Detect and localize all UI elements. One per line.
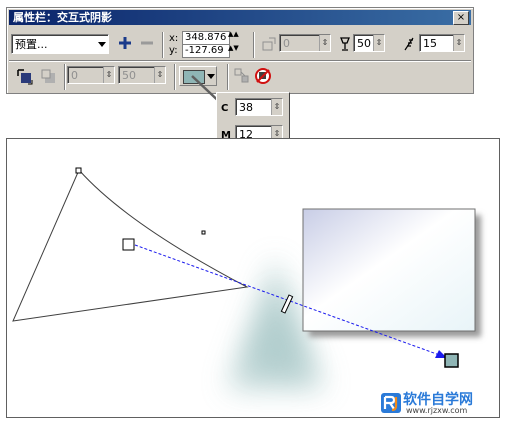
selection-handle[interactable] xyxy=(75,167,82,174)
canvas-artwork xyxy=(12,167,481,389)
arrow-up-icon[interactable]: ▲▲ xyxy=(228,31,244,38)
feather-icon xyxy=(402,36,416,52)
toolbar-separator xyxy=(162,32,164,58)
shadow-end-handle[interactable] xyxy=(444,353,459,368)
clear-shadow-icon xyxy=(255,68,271,84)
spinner-icon[interactable]: ⇕ xyxy=(154,67,165,83)
preset-selected-value: 预置... xyxy=(15,38,48,51)
cyan-input[interactable]: 38 ⇕ xyxy=(235,98,283,116)
minus-icon xyxy=(141,41,153,45)
x-label: x: xyxy=(169,33,179,44)
chevron-down-icon xyxy=(98,42,106,47)
clear-shadow-button[interactable] xyxy=(253,66,273,86)
window-title: 属性栏：交互式阴影 xyxy=(13,11,112,24)
toolbar-separator xyxy=(64,64,66,90)
spinner-icon[interactable]: ⇕ xyxy=(319,35,330,51)
shadow-stretch-input[interactable]: 0 ⇕ xyxy=(67,66,115,84)
title-bar[interactable]: 属性栏：交互式阴影 × xyxy=(9,10,471,25)
center-marker xyxy=(201,230,206,235)
add-preset-button[interactable] xyxy=(117,35,133,51)
spinner-icon[interactable]: ⇕ xyxy=(103,67,114,83)
shadow-angle-input[interactable]: 0 ⇕ xyxy=(279,34,331,52)
watermark-url: www.rjzxw.com xyxy=(406,406,468,415)
y-label: y: xyxy=(169,45,178,56)
remove-preset-button[interactable] xyxy=(139,35,155,51)
c-label: C xyxy=(221,103,229,114)
arrow-down-icon[interactable]: ▲▼ xyxy=(228,45,244,52)
spinner-icon[interactable]: ⇕ xyxy=(373,35,384,51)
drawing-canvas[interactable] xyxy=(6,138,500,418)
x-position-input[interactable]: 348.876 xyxy=(182,31,230,45)
spinner-icon[interactable]: ⇕ xyxy=(453,35,464,51)
opacity-goblet-icon xyxy=(338,36,352,52)
close-button[interactable]: × xyxy=(453,11,469,25)
feather-edges-icon xyxy=(41,69,55,83)
x-spinner[interactable]: ▲▲ xyxy=(228,31,244,43)
spinner-icon[interactable]: ⇕ xyxy=(271,99,282,115)
rectangle-object[interactable] xyxy=(302,208,476,332)
toolbar-separator xyxy=(174,64,176,90)
shadow-angle-icon xyxy=(261,36,277,52)
site-watermark: 软件自学网 www.rjzxw.com xyxy=(380,389,500,417)
feather-edges-button[interactable] xyxy=(39,67,59,87)
shadow-opacity-input[interactable]: 50 ⇕ xyxy=(353,34,385,52)
toolbar-row-divider xyxy=(9,60,471,62)
feather-direction-button[interactable] xyxy=(15,67,35,87)
preset-dropdown[interactable]: 预置... xyxy=(11,34,109,54)
y-position-input[interactable]: -127.69 xyxy=(182,44,230,58)
shadow-start-handle[interactable] xyxy=(122,238,135,251)
shadow-feather-input[interactable]: 15 ⇕ xyxy=(419,34,465,52)
y-spinner[interactable]: ▲▼ xyxy=(228,45,244,57)
plus-icon xyxy=(119,37,131,49)
shadow-fade-input[interactable]: 50 ⇕ xyxy=(118,66,166,84)
rj-logo-icon xyxy=(381,393,401,413)
feather-direction-icon xyxy=(17,69,33,85)
toolbar-separator xyxy=(253,32,255,58)
